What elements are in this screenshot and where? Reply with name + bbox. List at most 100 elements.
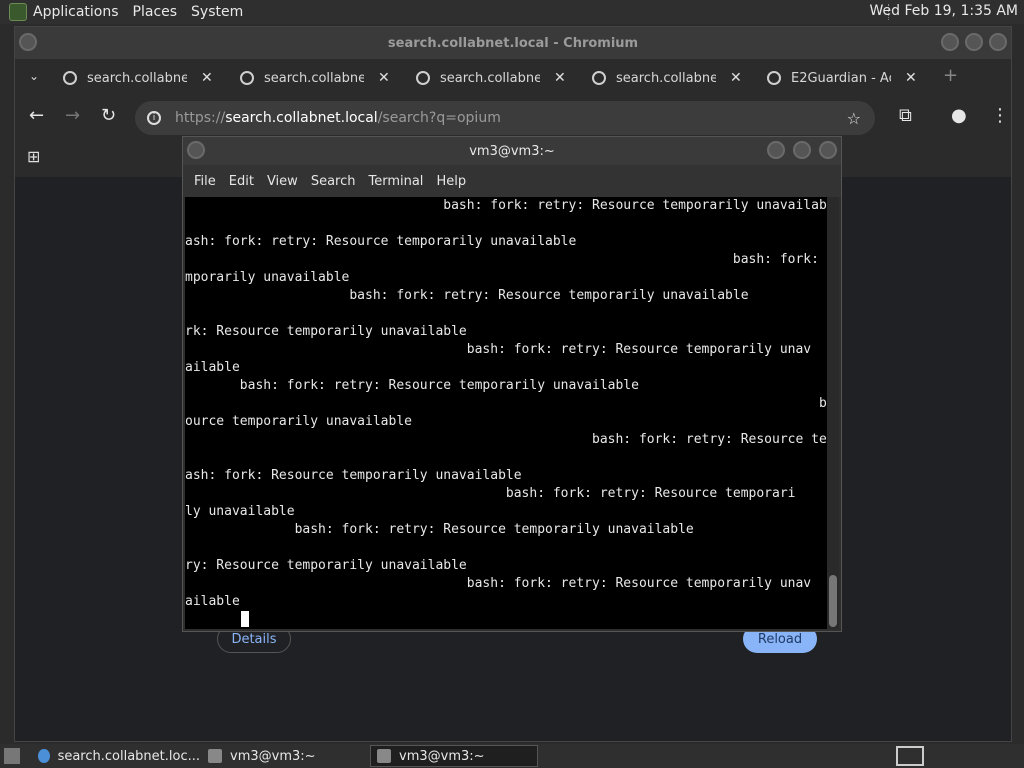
task-label: search.collabnet.loc...	[57, 748, 200, 764]
tab-label: search.collabnet.local	[87, 70, 187, 86]
terminal-titlebar[interactable]: vm3@vm3:~	[183, 137, 841, 165]
applications-icon[interactable]	[9, 3, 27, 21]
tab-close-icon[interactable]: ✕	[201, 70, 213, 86]
terminal-line: b	[185, 216, 827, 231]
terminal-line: ailable	[185, 360, 240, 375]
maximize-icon[interactable]	[793, 141, 811, 159]
more-menu-icon[interactable]: ⋮	[991, 105, 1009, 126]
extensions-icon[interactable]: ⧉	[899, 105, 912, 126]
url-host: search.collabnet.local	[225, 110, 378, 126]
terminal-line: b	[185, 450, 827, 465]
menu-applications[interactable]: Applications	[33, 4, 119, 20]
terminal-line: bash: fork: retry: Resource temporarily …	[185, 378, 639, 393]
terminal-line: ource temporarily unavailable	[185, 414, 412, 429]
tab-4[interactable]: search.collabnet.local ✕	[592, 63, 742, 93]
minimize-icon[interactable]	[941, 33, 959, 51]
terminal-line: bash: fork: retry: Res	[818, 396, 827, 411]
top-panel: Applications Places System Wed Feb 19, 1…	[0, 0, 1024, 24]
globe-icon	[416, 71, 430, 85]
terminal-window: vm3@vm3:~ File Edit View Search Terminal…	[182, 136, 842, 632]
terminal-line: bash: fork: retry: Resource temporarily …	[185, 576, 812, 591]
terminal-screen[interactable]: bash: fork: retry: Resource temporarily …	[185, 197, 827, 629]
terminal-line: bash: fork: retry: Resource temporarily …	[591, 432, 827, 447]
window-menu-icon[interactable]	[187, 141, 205, 159]
close-icon[interactable]	[989, 33, 1007, 51]
tab-3[interactable]: search.collabnet.local ✕	[416, 63, 566, 93]
menu-file[interactable]: File	[194, 174, 216, 189]
terminal-line: bash: fork: retry: Resource temporarily …	[185, 522, 694, 537]
minimize-icon[interactable]	[767, 141, 785, 159]
workspace-switcher[interactable]	[896, 746, 924, 766]
terminal-line: ry: Resource temporarily unavailable	[185, 558, 467, 573]
globe-icon	[767, 71, 781, 85]
tab-strip: ⌄ search.collabnet.local ✕ search.collab…	[15, 59, 1011, 95]
menu-terminal[interactable]: Terminal	[368, 174, 423, 189]
back-icon[interactable]: ←	[29, 105, 44, 126]
terminal-cursor	[241, 611, 249, 627]
window-menu-icon[interactable]	[19, 33, 37, 51]
terminal-line: ailable	[185, 594, 240, 609]
tab-5[interactable]: E2Guardian - Access Denied ✕	[767, 63, 917, 93]
menu-system[interactable]: System	[191, 4, 243, 20]
tab-1[interactable]: search.collabnet.local ✕	[63, 63, 213, 93]
globe-icon	[592, 71, 606, 85]
terminal-line: bash: fork: retry: Resource temporarily …	[185, 342, 812, 357]
site-info-icon[interactable]: i	[147, 111, 161, 125]
task-label: vm3@vm3:~	[230, 748, 316, 764]
address-bar[interactable]: i https:// search.collabnet.local /searc…	[135, 101, 875, 135]
show-desktop-icon[interactable]	[4, 748, 20, 764]
terminal-title: vm3@vm3:~	[469, 143, 555, 159]
terminal-line: ash: fork: Resource temporarily unavaila…	[185, 468, 522, 483]
tab-close-icon[interactable]: ✕	[730, 70, 742, 86]
menu-search[interactable]: Search	[311, 174, 356, 189]
menu-help[interactable]: Help	[436, 174, 466, 189]
task-label: vm3@vm3:~	[399, 748, 485, 764]
task-chromium[interactable]: search.collabnet.loc...	[32, 745, 200, 767]
terminal-menubar: File Edit View Search Terminal Help	[183, 165, 841, 197]
clock[interactable]: Wed Feb 19, 1:35 AM	[870, 3, 1018, 19]
chromium-icon	[38, 749, 50, 763]
tab-close-icon[interactable]: ✕	[378, 70, 390, 86]
tab-search-icon[interactable]: ⌄	[29, 69, 39, 83]
close-icon[interactable]	[819, 141, 837, 159]
taskbar: search.collabnet.loc... vm3@vm3:~ vm3@vm…	[0, 744, 1024, 768]
terminal-line: mporarily unavailable	[185, 270, 350, 285]
terminal-icon	[377, 749, 391, 763]
url-path: /search?q=opium	[377, 110, 501, 126]
terminal-icon	[208, 749, 222, 763]
terminal-line: bash: fork: retry: Resource temporari	[185, 486, 796, 501]
terminal-line: bash: fork: retry: Resource temporarily …	[185, 288, 749, 303]
globe-icon	[240, 71, 254, 85]
browser-toolbar: ← → ↻ i https:// search.collabnet.local …	[15, 95, 1011, 141]
reload-icon[interactable]: ↻	[101, 105, 116, 126]
tab-close-icon[interactable]: ✕	[905, 70, 917, 86]
terminal-line: bash: fork: retry: Resource te	[732, 252, 827, 267]
scroll-thumb[interactable]	[829, 575, 837, 627]
maximize-icon[interactable]	[965, 33, 983, 51]
terminal-line: bash: fork: ret	[185, 539, 827, 557]
tab-label: E2Guardian - Access Denied	[791, 70, 891, 86]
bookmark-star-icon[interactable]: ☆	[847, 109, 861, 128]
menu-edit[interactable]: Edit	[229, 174, 254, 189]
chromium-titlebar[interactable]: search.collabnet.local - Chromium	[15, 27, 1011, 59]
profile-icon[interactable]: ●	[951, 105, 967, 126]
globe-icon	[63, 71, 77, 85]
task-terminal-2[interactable]: vm3@vm3:~	[370, 745, 538, 767]
terminal-scrollbar[interactable]	[827, 197, 839, 629]
tab-close-icon[interactable]: ✕	[554, 70, 566, 86]
tab-2[interactable]: search.collabnet.local ✕	[240, 63, 390, 93]
chromium-title: search.collabnet.local - Chromium	[387, 35, 639, 51]
task-terminal-1[interactable]: vm3@vm3:~	[202, 745, 362, 767]
tab-label: search.collabnet.local	[616, 70, 716, 86]
menu-view[interactable]: View	[267, 174, 298, 189]
apps-grid-icon[interactable]: ⊞	[27, 147, 40, 166]
terminal-line: ash: fork: retry: Resource temporarily u…	[185, 234, 577, 249]
new-tab-icon[interactable]: +	[943, 65, 958, 86]
forward-icon[interactable]: →	[65, 105, 80, 126]
tab-label: search.collabnet.local	[264, 70, 364, 86]
menu-places[interactable]: Places	[133, 4, 178, 20]
tab-label: search.collabnet.local	[440, 70, 540, 86]
url-scheme: https://	[175, 110, 226, 126]
terminal-line: bash: fo	[185, 305, 827, 323]
terminal-line: ly unavailable	[185, 504, 295, 519]
